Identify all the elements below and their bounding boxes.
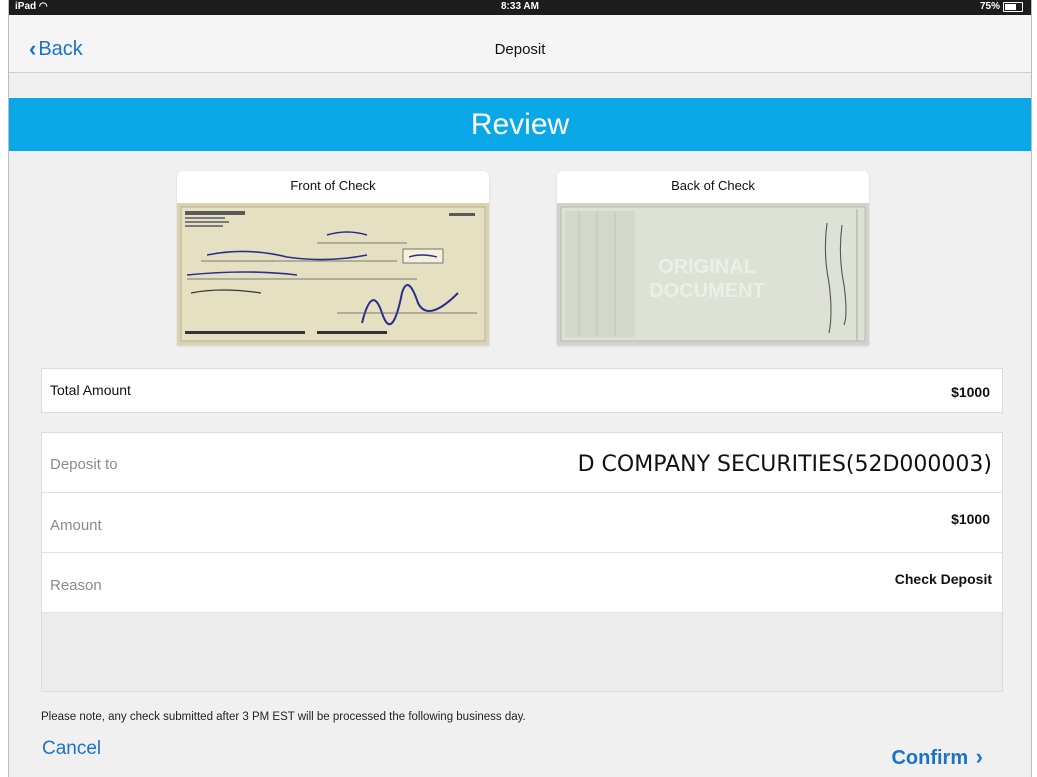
confirm-button[interactable]: Confirm › [891,744,983,770]
status-time: 8:33 AM [501,1,539,12]
svg-text:DOCUMENT: DOCUMENT [649,280,765,302]
front-check-image [177,203,489,345]
reason-row[interactable]: Reason Check Deposit [42,553,1002,613]
cancel-button[interactable]: Cancel [42,738,101,760]
back-check-card[interactable]: Back of Check ORIGINAL DOCUMENT [557,171,869,345]
battery-percent: 75% [979,1,1000,12]
app-frame: iPad ◠ 8:33 AM 75% ‹ Back Deposit Review… [8,0,1032,777]
confirm-label: Confirm [891,747,969,769]
front-check-label: Front of Check [290,178,376,193]
amount-value: $1000 [951,511,990,527]
deposit-to-row[interactable]: Deposit to D COMPANY SECURITIES(52D00000… [42,433,1002,493]
total-amount-row: Total Amount $1000 [41,368,1003,413]
deposit-to-label: Deposit to [50,456,118,473]
amount-row[interactable]: Amount $1000 [42,493,1002,553]
svg-text:ORIGINAL: ORIGINAL [658,256,756,278]
status-battery: 75% [980,1,1023,12]
deposit-details: Deposit to D COMPANY SECURITIES(52D00000… [41,432,1003,692]
total-amount-value: $1000 [951,384,990,400]
deposit-to-value: D COMPANY SECURITIES(52D000003) [577,452,992,477]
status-bar: iPad ◠ 8:33 AM 75% [9,0,1031,15]
reason-value: Check Deposit [894,571,992,587]
battery-icon [1003,1,1023,12]
total-amount-label: Total Amount [50,382,131,398]
back-check-image: ORIGINAL DOCUMENT [557,203,869,345]
processing-note: Please note, any check submitted after 3… [41,711,526,723]
nav-title: Deposit [494,41,546,58]
navigation-bar: ‹ Back Deposit [9,15,1031,73]
amount-label: Amount [50,517,102,534]
back-check-label: Back of Check [671,178,755,193]
chevron-right-icon: › [975,744,983,769]
review-banner: Review [9,98,1031,151]
reason-label: Reason [50,577,102,594]
front-check-card[interactable]: Front of Check [177,171,489,345]
